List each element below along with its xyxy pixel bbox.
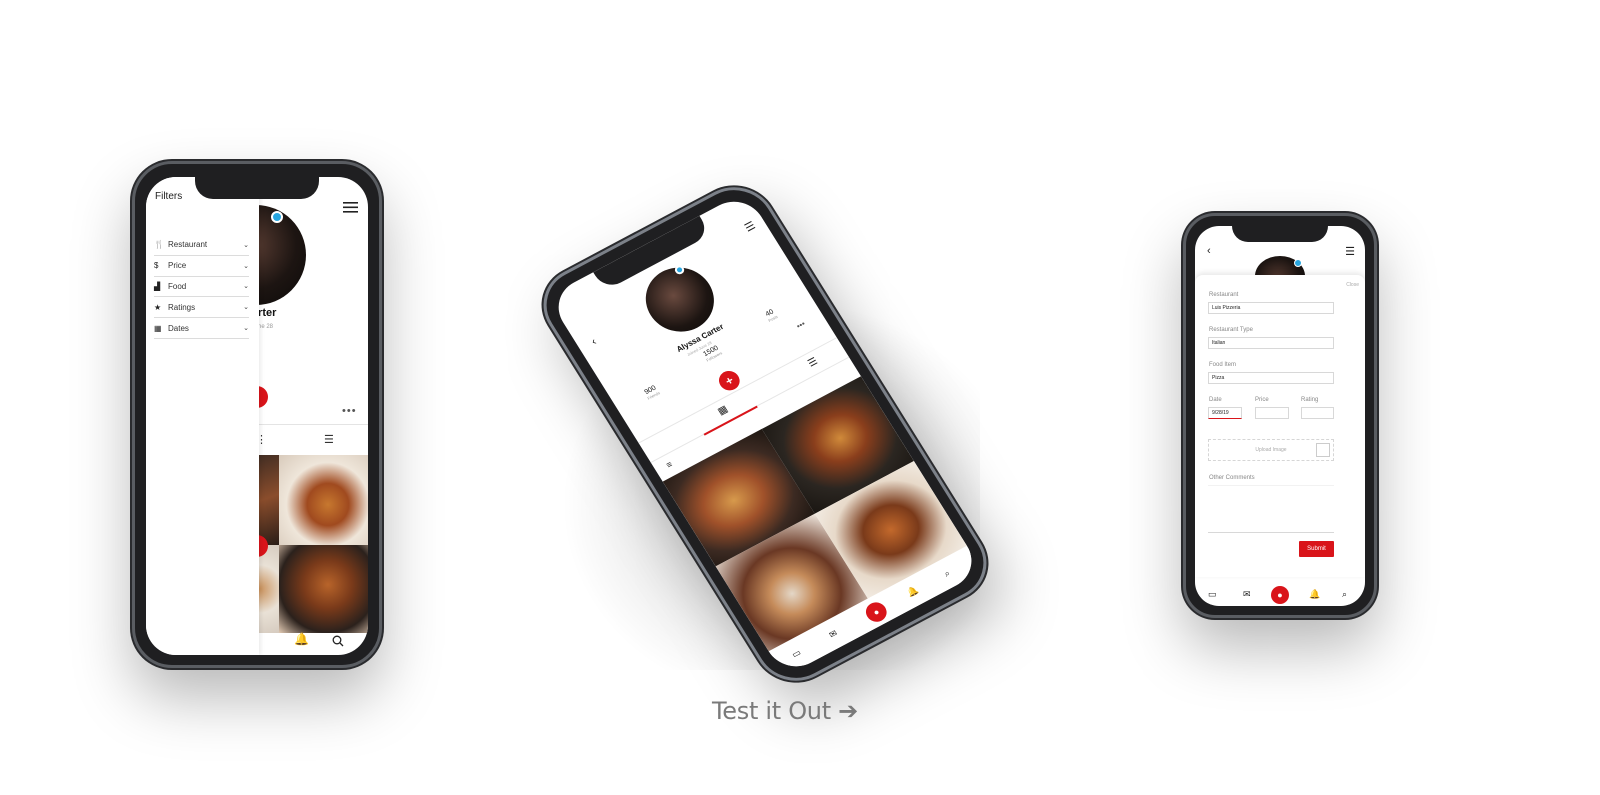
chat-icon[interactable]: ✉ bbox=[1243, 589, 1251, 600]
rating-label: Rating bbox=[1301, 397, 1319, 403]
stat-posts: 40 Posts bbox=[764, 308, 779, 323]
list-view-icon[interactable]: ☰ bbox=[324, 433, 334, 446]
fork-knife-icon: 🍴 bbox=[154, 240, 164, 250]
search-icon[interactable]: ⌕ bbox=[942, 568, 952, 580]
filter-item-label: Price bbox=[168, 261, 187, 271]
profile-subtitle: ne 28 bbox=[258, 324, 274, 330]
phone-screen: ‹ ☰ Close Restaurant Luis Pizzeria Resta… bbox=[1195, 226, 1365, 606]
phone-mockup-form: ‹ ☰ Close Restaurant Luis Pizzeria Resta… bbox=[1183, 213, 1377, 618]
upload-image-label: Upload Image bbox=[1255, 447, 1287, 453]
chevron-down-icon: ⌄ bbox=[243, 283, 249, 291]
price-input[interactable] bbox=[1255, 407, 1289, 419]
filter-list: 🍴 Restaurant ⌄ $ Price ⌄ ▟ Food ⌄ ★ Ratings ⌄ ▦ Dates… bbox=[154, 235, 249, 339]
calendar-icon[interactable]: ▭ bbox=[790, 647, 803, 660]
food-icon: ▟ bbox=[154, 281, 161, 291]
restaurant-label: Restaurant bbox=[1209, 292, 1239, 298]
restaurant-input[interactable]: Luis Pizzeria bbox=[1208, 302, 1334, 314]
image-icon bbox=[1316, 443, 1330, 457]
calendar-icon[interactable]: ▭ bbox=[1208, 589, 1217, 600]
bell-icon[interactable]: 🔔 bbox=[905, 585, 921, 600]
back-icon[interactable]: ‹ bbox=[589, 336, 599, 348]
restaurant-type-select[interactable]: Italian bbox=[1208, 337, 1334, 349]
price-label: Price bbox=[1255, 397, 1269, 403]
food-photo[interactable] bbox=[279, 455, 368, 545]
bell-icon[interactable]: 🔔 bbox=[1309, 589, 1320, 600]
filter-item-food[interactable]: ▟ Food ⌄ bbox=[154, 277, 249, 298]
chevron-down-icon: ⌄ bbox=[243, 325, 249, 333]
search-icon[interactable]: ⌕ bbox=[1342, 589, 1347, 600]
chat-icon[interactable]: ✉ bbox=[827, 628, 840, 641]
online-indicator bbox=[1294, 259, 1302, 267]
menu-icon[interactable]: ☰ bbox=[1345, 245, 1355, 258]
star-icon: ★ bbox=[154, 302, 162, 312]
drawer-title: Filters bbox=[155, 191, 183, 202]
test-it-out-link[interactable]: Test it Out ➔ bbox=[712, 697, 858, 725]
profile-nav-icon[interactable]: ● bbox=[862, 598, 891, 626]
profile-nav-icon[interactable]: ● bbox=[1271, 586, 1289, 604]
chevron-down-icon: ⌄ bbox=[243, 304, 249, 312]
grid-view-icon[interactable]: ▦ bbox=[716, 404, 730, 418]
chevron-down-icon: ⌄ bbox=[243, 262, 249, 270]
phone-screen: Carter ne 28 ••• ⋮ ☰ 🔔 Filters 🍴 Restaura… bbox=[146, 177, 368, 655]
list-view-icon[interactable]: ☰ bbox=[806, 356, 820, 370]
upload-image-dropzone[interactable]: Upload Image bbox=[1208, 439, 1334, 461]
filter-item-label: Ratings bbox=[168, 302, 196, 312]
filters-drawer: Filters 🍴 Restaurant ⌄ $ Price ⌄ ▟ Food ⌄ ★ Rating… bbox=[146, 177, 259, 655]
restaurant-type-label: Restaurant Type bbox=[1209, 327, 1253, 333]
filter-item-ratings[interactable]: ★ Ratings ⌄ bbox=[154, 297, 249, 319]
menu-icon[interactable]: ☰ bbox=[742, 219, 758, 235]
submit-button[interactable]: Submit bbox=[1299, 541, 1334, 557]
filter-item-label: Restaurant bbox=[168, 240, 208, 250]
phone-mockup-filters: Carter ne 28 ••• ⋮ ☰ 🔔 Filters 🍴 Restaura… bbox=[132, 161, 382, 668]
cta-row: Test it Out ➔ bbox=[0, 697, 1570, 725]
dollar-icon: $ bbox=[154, 261, 159, 271]
comments-textarea[interactable] bbox=[1208, 485, 1334, 533]
chevron-down-icon: ⌄ bbox=[243, 241, 249, 249]
online-indicator bbox=[271, 211, 283, 223]
rating-input[interactable] bbox=[1301, 407, 1334, 419]
phone-notch bbox=[1232, 226, 1328, 242]
filter-icon[interactable]: ≡ bbox=[664, 459, 674, 470]
food-item-input[interactable]: Pizza bbox=[1208, 372, 1334, 384]
comments-label: Other Comments bbox=[1209, 475, 1255, 481]
add-review-form: Close Restaurant Luis Pizzeria Restauran… bbox=[1195, 275, 1365, 577]
bell-icon[interactable]: 🔔 bbox=[294, 632, 309, 646]
phone-notch bbox=[195, 177, 319, 199]
date-label: Date bbox=[1209, 397, 1222, 403]
back-icon[interactable]: ‹ bbox=[1207, 245, 1211, 257]
more-icon[interactable]: ••• bbox=[795, 319, 807, 331]
date-input[interactable]: 9/28/19 bbox=[1208, 407, 1242, 419]
filter-item-restaurant[interactable]: 🍴 Restaurant ⌄ bbox=[154, 235, 249, 256]
filter-item-label: Food bbox=[168, 281, 187, 291]
filter-item-dates[interactable]: ▦ Dates ⌄ bbox=[154, 318, 249, 339]
food-item-label: Food Item bbox=[1209, 362, 1237, 368]
search-icon[interactable] bbox=[332, 635, 344, 647]
more-icon[interactable]: ••• bbox=[342, 405, 357, 417]
menu-icon[interactable] bbox=[343, 202, 358, 213]
filter-item-price[interactable]: $ Price ⌄ bbox=[154, 256, 249, 277]
close-button[interactable]: Close bbox=[1346, 282, 1359, 288]
calendar-icon: ▦ bbox=[154, 323, 162, 333]
filter-item-label: Dates bbox=[168, 323, 189, 333]
food-photo[interactable] bbox=[279, 545, 368, 633]
bottom-nav: ▭ ✉ ● 🔔 ⌕ bbox=[1195, 586, 1365, 606]
stat-friends: 900 Friends bbox=[643, 384, 661, 401]
